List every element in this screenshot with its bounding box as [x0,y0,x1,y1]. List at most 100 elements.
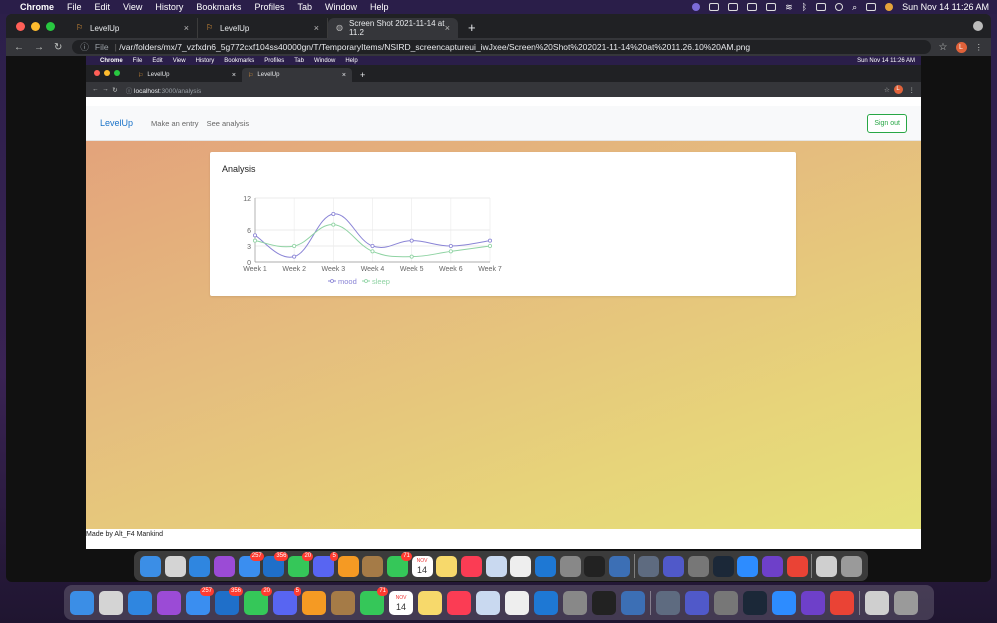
sign-out-button[interactable]: Sign out [867,113,907,133]
github-icon[interactable] [801,590,825,615]
nav-see-analysis[interactable]: See analysis [207,119,250,128]
inner-tab-1: ⚐ LevelUp × [132,68,242,82]
spotlight-icon[interactable]: ⌕ [852,2,857,13]
zoom-window-icon[interactable] [46,22,55,31]
discord-icon[interactable]: 5 [273,586,301,615]
chrome-icon [786,555,808,577]
calendar-icon[interactable]: NOV 14 [389,590,413,615]
data-point-sleep [331,222,336,227]
menu-view[interactable]: View [123,2,142,12]
user-icon[interactable] [835,3,844,11]
data-point-sleep [292,244,297,249]
brand-logo[interactable]: LevelUp [100,118,133,128]
menu-tab[interactable]: Tab [297,2,312,12]
vscode-icon[interactable] [534,590,558,615]
notification-badge: 20 [261,586,272,596]
y-tick-label: 3 [247,244,251,251]
tab-search-icon[interactable] [973,21,983,31]
battery-icon[interactable] [766,3,777,11]
bluetooth-icon[interactable]: ᛒ [802,2,807,12]
profile-avatar[interactable]: L [955,41,967,53]
bookmark-star-icon[interactable]: ☆ [939,42,948,53]
settings-icon[interactable] [563,590,587,615]
tab-screenshot[interactable]: ◍ Screen Shot 2021-11-14 at 11.2 × [328,18,458,38]
levelup-favicon-icon: ⚐ [138,72,144,79]
inner-window-controls [94,70,120,76]
steam-icon[interactable] [743,590,767,615]
terminal-icon[interactable] [592,590,616,615]
tab-levelup-1[interactable]: ⚐ LevelUp × [68,18,198,38]
app-navbar: LevelUp Make an entry See analysis Sign … [86,106,921,141]
messages-icon[interactable]: 71 [360,586,388,615]
minimize-window-icon[interactable] [31,22,40,31]
trash-icon[interactable] [894,590,918,615]
inner-menu-bookmarks: Bookmarks [224,57,255,64]
preview-icon[interactable] [476,590,500,615]
menu-file[interactable]: File [67,2,82,12]
facetime-icon[interactable]: 20 [244,586,272,615]
screenshot-image: Chrome File Edit View History Bookmarks … [86,56,921,549]
virtualbox-icon[interactable] [621,590,645,615]
tab-levelup-2[interactable]: ⚐ LevelUp × [198,18,328,38]
back-icon[interactable]: ← [14,42,24,53]
forward-icon[interactable]: → [34,42,44,53]
close-tab-icon[interactable]: × [314,23,319,33]
screenshot-icon[interactable] [656,590,680,615]
inner-menu-help: Help [345,57,358,64]
menu-edit[interactable]: Edit [95,2,111,12]
close-tab-icon[interactable]: × [445,23,450,33]
close-tab-icon[interactable]: × [184,23,189,33]
pages-icon[interactable] [302,590,326,615]
camera-icon[interactable] [709,3,720,11]
notes-icon[interactable] [418,590,442,615]
zoom-icon[interactable] [772,590,796,615]
dock-separator [650,590,651,615]
analysis-card: Analysis 0 3 6 12 Week 1 Week 2 Week 3 Week 4 We… [210,152,796,296]
menu-app[interactable]: Chrome [20,2,54,12]
outlook-icon[interactable]: 356 [215,586,243,615]
music-icon[interactable] [447,590,471,615]
inner-tab-strip: ⚐ LevelUp × ⚐ LevelUp × + [86,65,921,82]
data-point-sleep [253,238,258,243]
mail-icon[interactable]: 257 [186,586,214,615]
teams-icon[interactable] [685,590,709,615]
record-icon[interactable] [728,3,739,11]
safari-icon[interactable] [128,590,152,615]
status-area: ≋ ᛒ ⌕ Sun Nov 14 11:26 AM [692,2,989,13]
dock-separator [811,554,813,578]
new-tab-icon[interactable]: + [458,20,486,38]
settings-icon [559,555,581,577]
tex-icon[interactable] [714,590,738,615]
nav-make-entry[interactable]: Make an entry [151,119,199,128]
steam-icon [712,555,734,577]
menu-kebab-icon[interactable]: ⋮ [975,42,984,53]
image-viewer: Chrome File Edit View History Bookmarks … [6,56,991,582]
launchpad-icon[interactable] [99,590,123,615]
menu-history[interactable]: History [155,2,183,12]
notes-brown-icon[interactable] [331,590,355,615]
control-center-icon[interactable] [866,3,877,11]
inner-close-tab-icon: × [231,71,236,79]
airplay-icon[interactable] [816,3,827,11]
status-dot-icon[interactable] [692,3,701,11]
menu-profiles[interactable]: Profiles [254,2,284,12]
wifi-icon[interactable]: ≋ [785,2,793,13]
menu-window[interactable]: Window [325,2,357,12]
file-info-icon[interactable]: ⓘ [80,41,89,53]
inner-menu-tab: Tab [294,57,304,64]
siri-icon[interactable] [885,3,894,11]
menu-bookmarks[interactable]: Bookmarks [196,2,241,12]
finder-icon[interactable] [70,590,94,615]
podcasts-icon[interactable] [157,590,181,615]
close-window-icon[interactable] [16,22,25,31]
reload-icon[interactable]: ↻ [54,42,62,53]
menu-help[interactable]: Help [370,2,389,12]
textedit-icon [510,555,532,577]
clock[interactable]: Sun Nov 14 11:26 AM [902,2,989,12]
inner-os-menubar: Chrome File Edit View History Bookmarks … [86,56,921,65]
chrome-icon[interactable] [830,590,854,615]
documents-icon[interactable] [865,590,889,615]
address-bar[interactable]: ⓘ File | /var/folders/mx/7_vzfxdn6_5g772… [72,40,931,54]
display-icon[interactable] [747,3,758,11]
textedit-icon[interactable] [505,590,529,615]
